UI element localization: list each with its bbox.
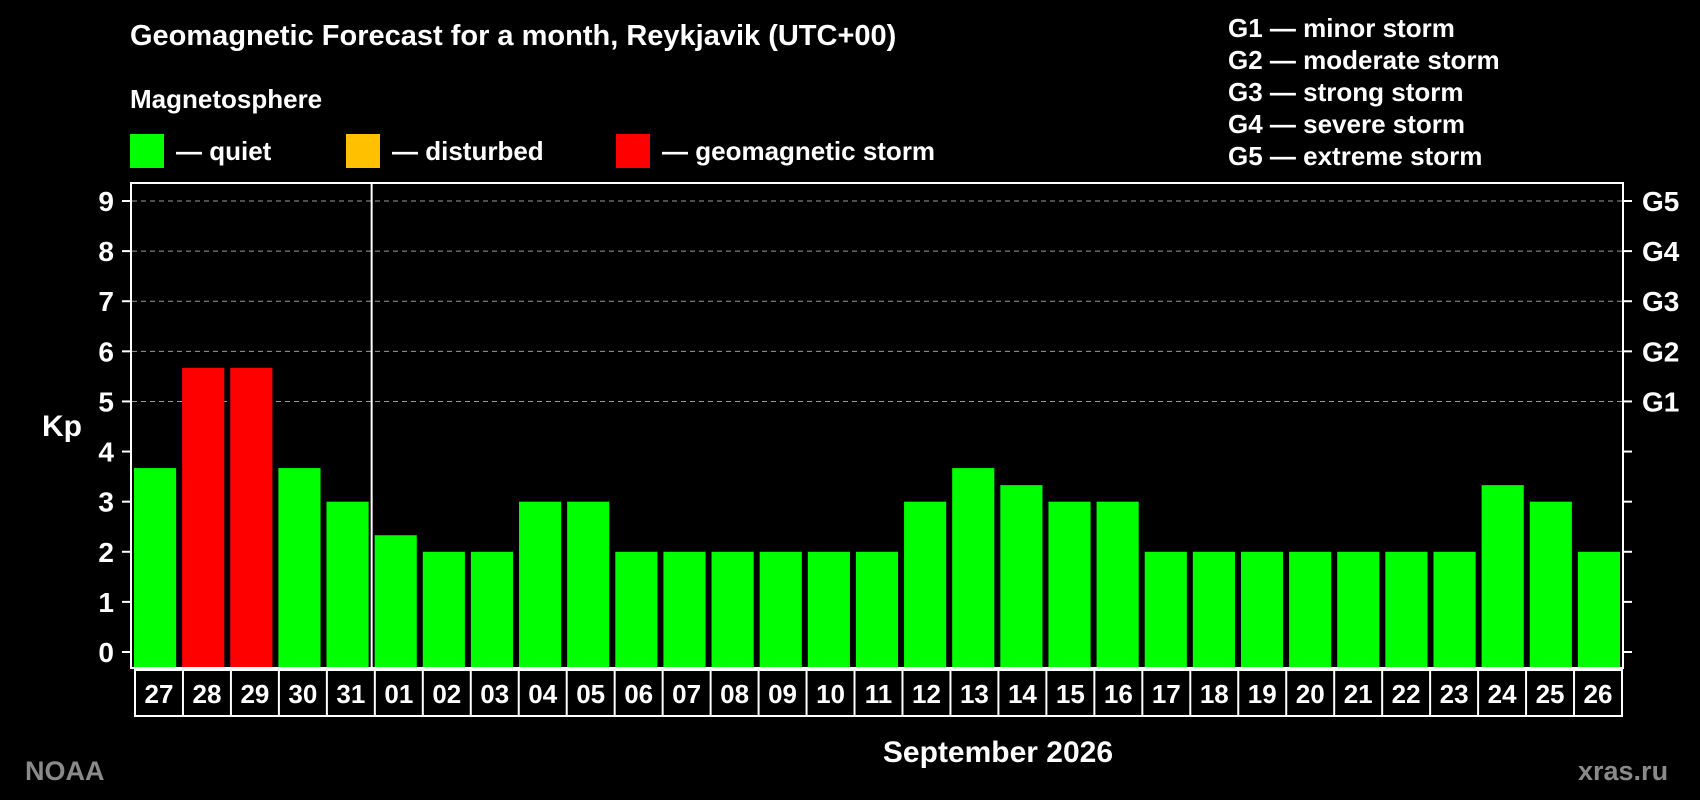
bar-20 [1289, 551, 1332, 668]
bar-01 [374, 535, 417, 668]
bar-21 [1337, 551, 1380, 668]
bar-29 [230, 367, 273, 668]
y-axis-label: Kp [42, 410, 82, 443]
date-label-01: 01 [384, 679, 413, 709]
date-label-13: 13 [960, 679, 989, 709]
date-label-07: 07 [672, 679, 701, 709]
bar-09 [759, 551, 802, 668]
date-label-29: 29 [240, 679, 269, 709]
date-label-04: 04 [528, 679, 557, 709]
g-label-G1: G1 [1642, 386, 1679, 417]
kp-plot: 0123456789G1G2G3G4G527 28 29 30 31 01 02 03 04 05… [98, 182, 1680, 717]
date-label-22: 22 [1392, 679, 1421, 709]
date-label-20: 20 [1296, 679, 1325, 709]
date-label-28: 28 [192, 679, 221, 709]
bar-27 [134, 468, 177, 668]
bar-06 [615, 551, 658, 668]
bar-31 [326, 501, 369, 668]
y-tick-label-7: 7 [98, 286, 114, 317]
y-tick-label-9: 9 [98, 186, 114, 217]
date-label-21: 21 [1344, 679, 1373, 709]
bar-17 [1144, 551, 1187, 668]
bar-14 [1000, 485, 1043, 668]
g-label-G5: G5 [1642, 186, 1679, 217]
bar-19 [1240, 551, 1284, 668]
date-label-02: 02 [432, 679, 461, 709]
g-label-G2: G2 [1642, 336, 1679, 367]
g-label-G3: G3 [1642, 286, 1679, 317]
g-label-G4: G4 [1642, 236, 1680, 267]
date-label-14: 14 [1008, 679, 1037, 709]
y-tick-label-8: 8 [98, 236, 114, 267]
bar-11 [855, 551, 899, 668]
date-label-09: 09 [768, 679, 797, 709]
y-tick-label-0: 0 [98, 637, 114, 668]
bar-05 [567, 501, 610, 668]
date-label-03: 03 [480, 679, 509, 709]
bar-23 [1433, 551, 1476, 668]
bar-28 [182, 367, 225, 668]
date-label-30: 30 [288, 679, 317, 709]
bar-16 [1096, 501, 1139, 668]
date-label-11: 11 [865, 679, 893, 709]
y-tick-label-4: 4 [98, 437, 114, 468]
bar-03 [470, 551, 514, 668]
date-label-31: 31 [336, 679, 365, 709]
date-label-19: 19 [1248, 679, 1277, 709]
date-label-27: 27 [145, 679, 174, 709]
chart-canvas: Geomagnetic Forecast for a month, Reykja… [0, 0, 1700, 800]
bar-07 [663, 551, 706, 668]
y-tick-label-2: 2 [98, 537, 114, 568]
bar-24 [1481, 485, 1524, 668]
date-label-16: 16 [1104, 679, 1133, 709]
date-label-18: 18 [1200, 679, 1229, 709]
date-label-06: 06 [624, 679, 653, 709]
bar-18 [1192, 551, 1235, 668]
bar-13 [952, 468, 995, 668]
bar-25 [1529, 501, 1572, 668]
bar-02 [422, 551, 465, 668]
y-tick-label-3: 3 [98, 487, 114, 518]
date-label-08: 08 [720, 679, 749, 709]
bar-08 [711, 551, 754, 668]
y-tick-label-6: 6 [98, 336, 114, 367]
date-label-15: 15 [1056, 679, 1085, 709]
date-label-17: 17 [1152, 679, 1181, 709]
bar-26 [1577, 551, 1620, 668]
date-label-25: 25 [1536, 679, 1565, 709]
credit-xras: xras.ru [1578, 756, 1669, 786]
credit-noaa: NOAA [25, 756, 105, 786]
x-axis-label: September 2026 [882, 736, 1114, 769]
bar-10 [807, 551, 850, 668]
date-label-10: 10 [816, 679, 845, 709]
bar-22 [1385, 551, 1428, 668]
bar-04 [519, 501, 562, 668]
date-label-24: 24 [1488, 679, 1517, 709]
bar-30 [278, 468, 321, 668]
bar-15 [1048, 501, 1091, 668]
date-label-05: 05 [576, 679, 605, 709]
date-label-26: 26 [1584, 679, 1613, 709]
bar-12 [904, 501, 947, 668]
y-tick-label-5: 5 [98, 386, 114, 417]
y-tick-label-1: 1 [98, 587, 114, 618]
date-label-23: 23 [1440, 679, 1469, 709]
date-label-12: 12 [912, 679, 941, 709]
